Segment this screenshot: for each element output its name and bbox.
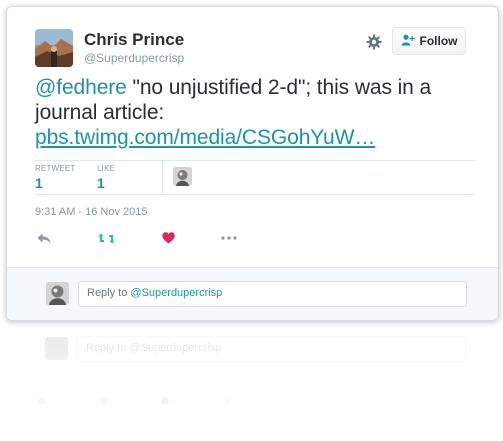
reflection-reply-prefix: Reply to <box>86 342 130 354</box>
reflection-reply-mention: @Superdupercrisp <box>129 342 222 354</box>
reflection-reply-area: Reply to @Superdupercrisp <box>6 322 497 376</box>
gear-icon[interactable] <box>364 32 384 52</box>
like-label: LIKE <box>97 164 116 173</box>
retweet-count[interactable]: 1 <box>35 175 43 191</box>
author-avatar[interactable] <box>35 29 73 67</box>
like-count[interactable]: 1 <box>97 175 105 191</box>
reflection-avatar <box>45 337 68 360</box>
tweet-text: @fedhere "no unjustified 2-d"; this was … <box>35 75 475 150</box>
card-reflection: Reply to @Superdupercrisp <box>6 322 497 441</box>
tweet-link[interactable]: pbs.twimg.com/media/CSGohYuW… <box>35 126 375 149</box>
reply-prefix: Reply to <box>87 287 131 299</box>
divider-top <box>35 160 475 161</box>
heart-icon[interactable] <box>159 229 177 247</box>
add-person-icon <box>401 34 415 49</box>
current-user-avatar <box>46 282 69 305</box>
divider-bottom <box>35 194 475 195</box>
author-handle[interactable]: @Superdupercrisp <box>84 51 184 65</box>
follow-label: Follow <box>419 34 458 48</box>
tweet-mention[interactable]: @fedhere <box>35 76 127 99</box>
reflection-reply-box: Reply to @Superdupercrisp <box>77 336 466 362</box>
reply-input[interactable]: Reply to @Superdupercrisp <box>78 281 467 307</box>
reply-arrow-icon[interactable] <box>35 229 53 247</box>
reply-mention: @Superdupercrisp <box>130 287 223 299</box>
retweet-icon[interactable] <box>97 229 115 247</box>
more-dots-icon[interactable] <box>220 229 238 247</box>
tweet-card: Chris Prince @Superdupercrisp Follow @fe… <box>6 6 499 321</box>
liker-avatar[interactable] <box>173 167 192 186</box>
tweet-timestamp[interactable]: 9:31 AM - 16 Nov 2015 <box>35 206 148 218</box>
reflection-actions <box>34 392 474 410</box>
reply-area: Reply to @Superdupercrisp <box>7 267 498 320</box>
follow-button[interactable]: Follow <box>392 27 466 55</box>
retweet-label: RETWEET <box>35 164 76 173</box>
stats-separator <box>162 161 163 194</box>
author-name[interactable]: Chris Prince <box>84 30 184 50</box>
